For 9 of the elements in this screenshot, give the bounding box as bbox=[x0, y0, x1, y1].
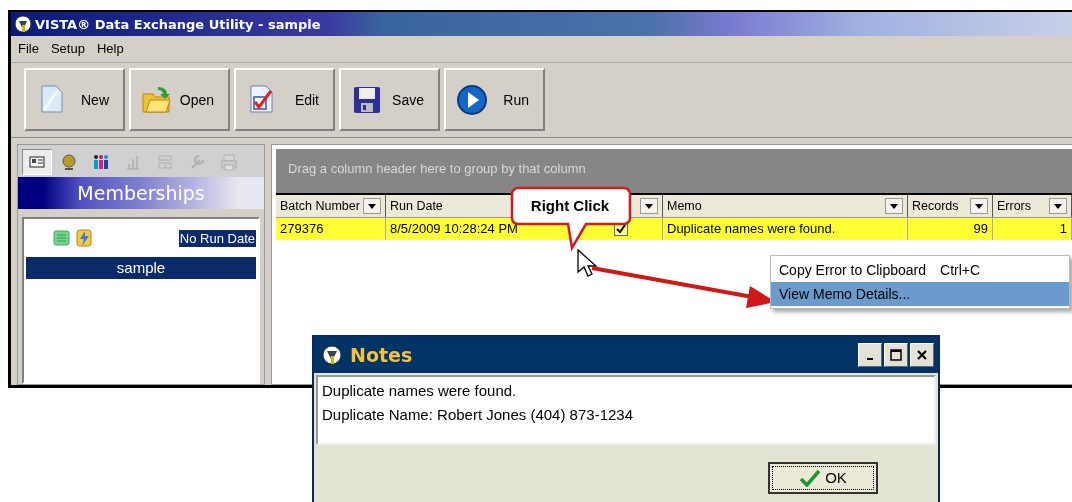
window-title: VISTA® Data Exchange Utility - sample bbox=[35, 16, 321, 32]
notes-text: Duplicate names were found. Duplicate Name: Robert Jones (404) 873-1234 bbox=[316, 375, 936, 445]
table-cell: 279376 bbox=[276, 218, 386, 240]
panel-title: Memberships bbox=[18, 177, 264, 209]
dialog-title: Notes bbox=[350, 344, 413, 366]
table-cell: 1 bbox=[993, 218, 1072, 240]
group-hint: Drag a column header here to group by that column bbox=[288, 161, 586, 176]
table-cell: 99 bbox=[908, 218, 993, 240]
table-cell: Duplicate names were found. bbox=[663, 218, 908, 240]
